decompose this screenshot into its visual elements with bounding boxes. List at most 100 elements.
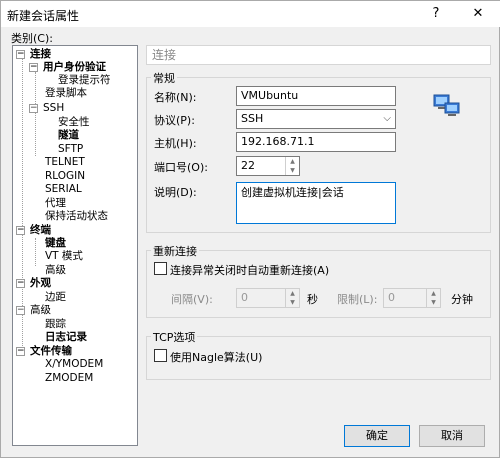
tree-item-vt-mode[interactable]: VT 模式 xyxy=(45,250,83,263)
host-input[interactable]: 192.168.71.1 xyxy=(236,132,396,152)
limit-value: 0 xyxy=(388,291,395,304)
title-bar: 新建会话属性 ? ✕ xyxy=(1,1,500,27)
host-label: 主机(H): xyxy=(154,137,197,150)
tree-guide-line xyxy=(35,238,36,266)
collapse-icon[interactable]: − xyxy=(16,306,25,315)
spin-down-icon[interactable]: ▼ xyxy=(286,298,299,307)
tree-item-zmodem[interactable]: ZMODEM xyxy=(45,372,93,385)
tree-item-label: 保持活动状态 xyxy=(45,210,108,222)
collapse-icon[interactable]: − xyxy=(29,63,38,72)
tree-item-label: 登录提示符 xyxy=(58,74,111,86)
interval-spin-buttons[interactable]: ▲ ▼ xyxy=(285,289,299,307)
tree-item-label: 高级 xyxy=(45,264,66,276)
tree-item-label: 代理 xyxy=(45,197,66,209)
tree-item-label: ZMODEM xyxy=(45,372,94,384)
tree-item-margins[interactable]: 边距 xyxy=(45,291,66,304)
tree-item-login-script[interactable]: 登录脚本 xyxy=(45,87,87,100)
tree-item-advanced[interactable]: − 高级 xyxy=(16,304,51,317)
spin-up-icon[interactable]: ▲ xyxy=(427,289,440,298)
auto-reconnect-label: 连接异常关闭时自动重新连接(A) xyxy=(170,264,330,277)
tree-item-label: VT 模式 xyxy=(45,250,83,262)
tree-item-label: SFTP xyxy=(58,143,84,155)
protocol-select-value: SSH xyxy=(241,112,264,125)
tree-item-connection[interactable]: − 连接 xyxy=(16,48,51,61)
cancel-button[interactable]: 取消 xyxy=(419,425,485,447)
tree-item-label: 安全性 xyxy=(58,116,90,128)
tree-item-serial[interactable]: SERIAL xyxy=(45,183,82,196)
tree-item-label: 登录脚本 xyxy=(45,87,87,99)
tree-item-label: 隧道 xyxy=(58,129,79,141)
interval-value: 0 xyxy=(241,291,248,304)
tree-item-security[interactable]: 安全性 xyxy=(58,116,90,129)
port-spin-buttons[interactable]: ▲ ▼ xyxy=(285,157,299,175)
tree-item-xymodem[interactable]: X/YMODEM xyxy=(45,358,103,371)
description-input[interactable]: 创建虚拟机连接|会话 xyxy=(236,182,396,224)
reconnect-group-title: 重新连接 xyxy=(151,243,199,259)
tree-item-telnet[interactable]: TELNET xyxy=(45,156,85,169)
spin-down-icon[interactable]: ▼ xyxy=(427,298,440,307)
chevron-down-icon: ⌵ xyxy=(383,113,391,124)
tree-item-keep-alive[interactable]: 保持活动状态 xyxy=(45,210,108,223)
tree-item-label: 高级 xyxy=(30,304,51,316)
tree-item-file-transfer[interactable]: − 文件传输 xyxy=(16,345,72,358)
collapse-icon[interactable]: − xyxy=(16,279,25,288)
limit-label: 限制(L): xyxy=(337,293,378,306)
tree-item-tunnel[interactable]: 隧道 xyxy=(58,129,79,142)
help-button[interactable]: ? xyxy=(425,4,447,24)
tree-item-ssh[interactable]: − SSH xyxy=(29,102,64,115)
tree-item-label: 键盘 xyxy=(45,237,66,249)
collapse-icon[interactable]: − xyxy=(16,226,25,235)
tree-item-proxy[interactable]: 代理 xyxy=(45,197,66,210)
ok-button[interactable]: 确定 xyxy=(344,425,410,447)
general-group-title: 常规 xyxy=(151,70,177,86)
description-label: 说明(D): xyxy=(154,186,197,199)
tree-item-label: 终端 xyxy=(30,224,51,236)
tree-item-trace[interactable]: 跟踪 xyxy=(45,318,66,331)
tree-item-user-auth[interactable]: − 用户身份验证 xyxy=(29,61,106,74)
spin-down-icon[interactable]: ▼ xyxy=(286,166,299,175)
spin-up-icon[interactable]: ▲ xyxy=(286,157,299,166)
name-input[interactable]: VMUbuntu xyxy=(236,86,396,106)
tree-item-label: SERIAL xyxy=(45,183,82,195)
protocol-label: 协议(P): xyxy=(154,114,195,127)
session-properties-dialog: 新建会话属性 ? ✕ 类别(C): − 连接 − 用户身份验证 登录提示符 登录… xyxy=(0,0,500,458)
tree-item-appearance[interactable]: − 外观 xyxy=(16,277,51,290)
tree-item-label: X/YMODEM xyxy=(45,358,104,370)
port-label: 端口号(O): xyxy=(154,161,208,174)
interval-label: 间隔(V): xyxy=(171,293,213,306)
interval-unit: 秒 xyxy=(307,293,318,306)
category-label: 类别(C): xyxy=(11,32,53,45)
port-value: 22 xyxy=(241,159,255,172)
close-button[interactable]: ✕ xyxy=(467,4,489,24)
spin-up-icon[interactable]: ▲ xyxy=(286,289,299,298)
tree-item-terminal[interactable]: − 终端 xyxy=(16,224,51,237)
name-label: 名称(N): xyxy=(154,91,197,104)
tree-item-label: RLOGIN xyxy=(45,170,86,182)
tree-item-sftp[interactable]: SFTP xyxy=(58,143,83,156)
tree-item-label: 外观 xyxy=(30,277,51,289)
interval-spinner[interactable]: 0 ▲ ▼ xyxy=(236,288,300,308)
tree-item-login-prompts[interactable]: 登录提示符 xyxy=(58,74,111,87)
tree-item-label: 跟踪 xyxy=(45,318,66,330)
auto-reconnect-checkbox[interactable] xyxy=(154,262,167,275)
tree-item-terminal-advanced[interactable]: 高级 xyxy=(45,264,66,277)
tree-item-label: 连接 xyxy=(30,48,51,60)
limit-spin-buttons[interactable]: ▲ ▼ xyxy=(426,289,440,307)
network-computer-icon xyxy=(433,94,460,116)
collapse-icon[interactable]: − xyxy=(16,347,25,356)
port-spinner[interactable]: 22 ▲ ▼ xyxy=(236,156,300,176)
limit-spinner[interactable]: 0 ▲ ▼ xyxy=(383,288,441,308)
collapse-icon[interactable]: − xyxy=(29,104,38,113)
collapse-icon[interactable]: − xyxy=(16,50,25,59)
nagle-checkbox[interactable] xyxy=(154,349,167,362)
tree-item-keyboard[interactable]: 键盘 xyxy=(45,237,66,250)
tree-item-rlogin[interactable]: RLOGIN xyxy=(45,170,85,183)
tree-item-label: 边距 xyxy=(45,291,66,303)
panel-header: 连接 xyxy=(146,45,491,65)
tree-item-label: SSH xyxy=(43,102,65,114)
tree-item-logging[interactable]: 日志记录 xyxy=(45,331,87,344)
tree-item-label: 文件传输 xyxy=(30,345,72,357)
window-title: 新建会话属性 xyxy=(7,9,80,23)
protocol-select[interactable]: SSH ⌵ xyxy=(236,109,396,129)
category-tree[interactable]: − 连接 − 用户身份验证 登录提示符 登录脚本 − SSH 安全性 隧道 SF… xyxy=(12,45,138,446)
